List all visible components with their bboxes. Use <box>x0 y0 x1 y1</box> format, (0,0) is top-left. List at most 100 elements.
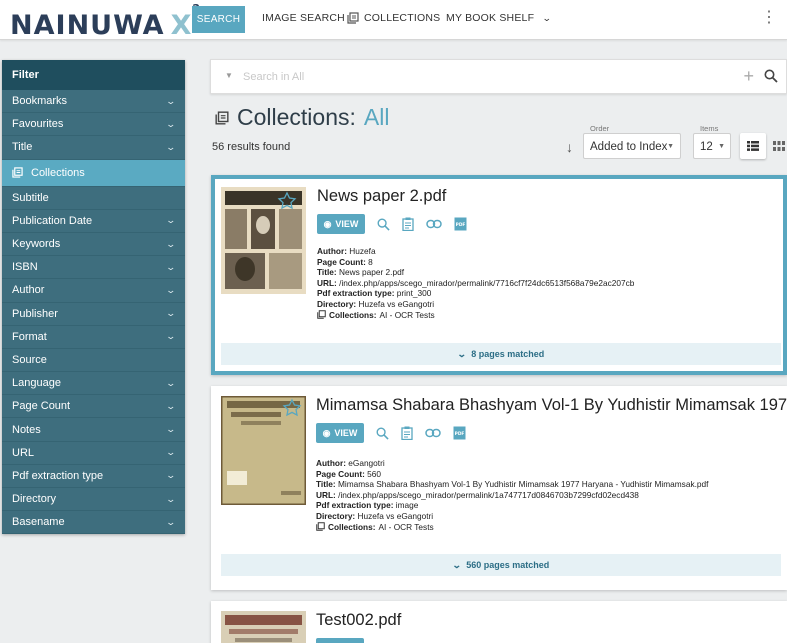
more-menu-icon[interactable]: ⋮ <box>761 10 777 26</box>
view-button[interactable]: ◉VIEW <box>317 214 365 234</box>
filter-item-source[interactable]: Source <box>2 349 185 373</box>
filter-item-notes[interactable]: Notes ⌄ <box>2 418 185 442</box>
caret-down-icon[interactable]: ▼ <box>225 71 233 80</box>
document-thumbnail[interactable] <box>221 396 306 505</box>
view-button[interactable]: ◉VIEW <box>316 423 364 443</box>
view-button[interactable]: ◉VIEW <box>316 638 364 643</box>
filter-item-label: URL <box>12 446 35 459</box>
filter-item-label: Collections <box>31 166 85 179</box>
filter-item-label: Favourites <box>12 118 64 131</box>
filter-item-url[interactable]: URL ⌄ <box>2 442 185 465</box>
chevron-down-icon: ⌄ <box>165 141 177 152</box>
link-icon[interactable] <box>426 219 442 229</box>
caret-down-icon: ▼ <box>718 143 725 150</box>
search-icon[interactable] <box>764 69 778 83</box>
pages-matched-toggle[interactable]: ⌄ 560 pages matched <box>221 554 781 576</box>
filter-item-label: Language <box>12 377 61 390</box>
caret-down-icon: ▼ <box>667 143 674 150</box>
result-actions: ◉VIEW <box>316 638 364 643</box>
filter-item-content: Basename <box>12 516 65 528</box>
top-bar: NAINUWAX2 SEARCH IMAGE SEARCH COLLECTION… <box>0 0 787 41</box>
chevron-down-icon: ⌄ <box>451 559 462 570</box>
add-icon[interactable]: + <box>743 66 754 86</box>
filter-item-publication-date[interactable]: Publication Date ⌄ <box>2 210 185 233</box>
filter-item-content: Bookmarks <box>12 95 67 107</box>
clipboard-icon[interactable] <box>402 217 414 231</box>
grid-view-button[interactable] <box>766 133 787 159</box>
filter-item-content: Notes <box>12 424 41 436</box>
list-view-icon <box>747 141 759 151</box>
filter-item-keywords[interactable]: Keywords ⌄ <box>2 233 185 257</box>
filter-item-label: Title <box>12 141 33 154</box>
nav-collections[interactable]: COLLECTIONS <box>347 12 440 24</box>
brand-logo[interactable]: NAINUWAX2 <box>10 2 201 41</box>
search-inside-icon[interactable] <box>376 427 389 440</box>
result-title[interactable]: News paper 2.pdf <box>317 187 446 206</box>
filter-item-content: Language <box>12 377 61 389</box>
chevron-down-icon: ⌄ <box>165 261 177 272</box>
filter-item-title[interactable]: Title ⌄ <box>2 136 185 160</box>
pages-matched-toggle[interactable]: ⌄ 8 pages matched <box>221 343 781 365</box>
filter-item-language[interactable]: Language ⌄ <box>2 372 185 396</box>
filter-item-label: Format <box>12 330 47 343</box>
clipboard-icon[interactable] <box>401 426 413 440</box>
filter-item-label: Source <box>12 353 47 366</box>
collections-icon <box>215 110 229 125</box>
filter-item-content: Keywords <box>12 238 60 250</box>
svg-text:PDF: PDF <box>455 431 465 437</box>
items-select[interactable]: Items 12 ▼ <box>693 124 731 159</box>
result-metadata: Author: eGangotri Page Count: 560 Title:… <box>316 458 709 532</box>
link-icon[interactable] <box>425 428 441 438</box>
result-card[interactable]: News paper 2.pdf ◉ VIEW PDF Author: Huzef… <box>211 175 787 375</box>
grid-view-icon <box>773 141 785 151</box>
eye-icon: ◉ <box>322 427 331 438</box>
order-select[interactable]: Order Added to Index ▼ <box>583 124 681 159</box>
filter-item-label: Keywords <box>12 238 61 251</box>
filter-item-label: Author <box>12 284 45 297</box>
filter-item-format[interactable]: Format ⌄ <box>2 326 185 349</box>
result-title[interactable]: Test002.pdf <box>316 611 401 630</box>
search-input[interactable] <box>243 68 723 86</box>
filter-item-basename[interactable]: Basename ⌄ <box>2 511 185 535</box>
chevron-down-icon: ⌄ <box>165 95 177 106</box>
filter-item-pdf-extraction-type[interactable]: Pdf extraction type ⌄ <box>2 465 185 488</box>
filter-item-content: Author <box>12 284 44 296</box>
filter-item-label: Notes <box>12 423 41 436</box>
pdf-icon[interactable]: PDF <box>454 217 467 231</box>
result-title[interactable]: Mimamsa Shabara Bhashyam Vol-1 By Yudhis… <box>316 396 787 415</box>
pdf-icon[interactable]: PDF <box>453 426 466 440</box>
chevron-down-icon: ⌄ <box>165 447 177 458</box>
filter-item-favourites[interactable]: Favourites ⌄ <box>2 113 185 137</box>
filter-item-directory[interactable]: Directory ⌄ <box>2 488 185 512</box>
nav-search-button[interactable]: SEARCH <box>192 6 245 33</box>
result-card[interactable]: Mimamsa Shabara Bhashyam Vol-1 By Yudhis… <box>211 386 787 590</box>
nav-my-book-shelf[interactable]: MY BOOK SHELF ⌄ <box>446 12 552 24</box>
chevron-down-icon: ⌄ <box>456 348 467 359</box>
filter-item-page-count[interactable]: Page Count ⌄ <box>2 395 185 419</box>
filter-item-publisher[interactable]: Publisher ⌄ <box>2 303 185 326</box>
filter-item-bookmarks[interactable]: Bookmarks ⌄ <box>2 90 185 114</box>
collections-icon <box>347 12 359 24</box>
svg-text:PDF: PDF <box>456 222 466 228</box>
result-card[interactable]: Test002.pdf ◉VIEW <box>211 601 787 643</box>
filter-item-author[interactable]: Author ⌄ <box>2 279 185 303</box>
list-view-button[interactable] <box>740 133 766 159</box>
filter-item-isbn[interactable]: ISBN ⌄ <box>2 256 185 280</box>
collections-icon <box>316 522 325 532</box>
filter-item-content: Title <box>12 141 32 153</box>
document-thumbnail[interactable] <box>221 187 306 294</box>
filter-item-subtitle[interactable]: Subtitle <box>2 187 185 210</box>
search-inside-icon[interactable] <box>377 218 390 231</box>
chevron-down-icon: ⌄ <box>165 118 177 129</box>
chevron-down-icon: ⌄ <box>165 400 177 411</box>
sort-direction-icon[interactable]: ↓ <box>566 139 573 155</box>
filter-item-collections[interactable]: Collections <box>2 159 185 187</box>
chevron-down-icon: ⌄ <box>165 470 177 481</box>
page-title: Collections: All <box>215 104 389 131</box>
filter-item-label: Bookmarks <box>12 95 68 108</box>
filter-item-content: Collections <box>12 167 85 179</box>
document-thumbnail[interactable] <box>221 611 306 643</box>
nav-image-search[interactable]: IMAGE SEARCH <box>262 12 345 24</box>
filter-list: Bookmarks ⌄ Favourites ⌄ Title ⌄ Collections Su… <box>2 90 185 535</box>
filter-item-label: Subtitle <box>12 191 49 204</box>
